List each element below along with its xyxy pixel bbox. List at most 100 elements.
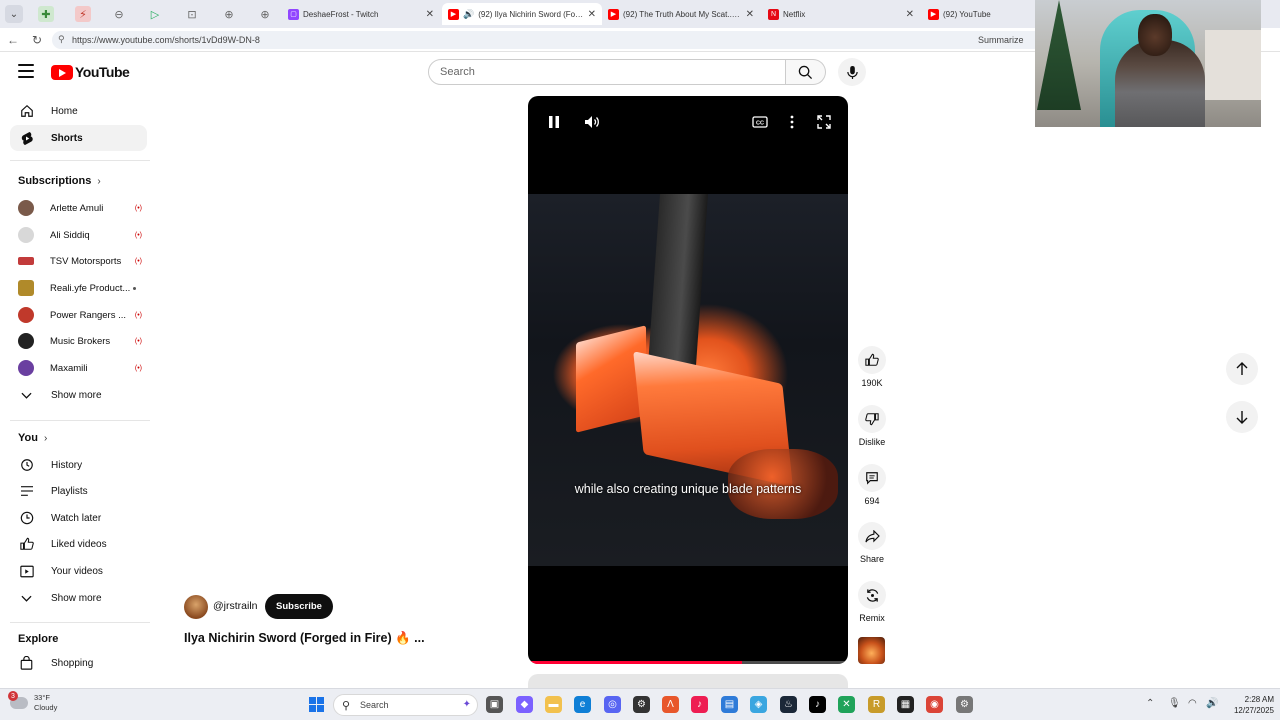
site-info-icon[interactable]: ⚲ (58, 34, 65, 45)
sidebar-item-home[interactable]: Home (10, 98, 147, 124)
shorts-player[interactable]: while also creating unique blade pattern… (528, 96, 848, 664)
remix-button[interactable] (858, 581, 886, 609)
channel-name[interactable]: @jrstrailn (213, 600, 258, 612)
app-icon[interactable]: ◈ (750, 696, 767, 713)
divider (10, 160, 150, 161)
clock[interactable]: 2:28 AM 12/27/2025 (1230, 694, 1274, 716)
sidebar-item-watch-later[interactable]: Watch later (10, 505, 147, 531)
file-explorer-icon[interactable]: ▬ (545, 696, 562, 713)
windows-start-icon[interactable] (309, 697, 324, 712)
app-icon[interactable]: ⚙ (633, 696, 650, 713)
reload-icon[interactable]: ↻ (29, 32, 45, 48)
sidebar-item-shorts[interactable]: Shorts (10, 125, 147, 151)
network-icon[interactable]: ◠ (1188, 698, 1197, 709)
next-short-button[interactable] (1226, 401, 1258, 433)
remix-action[interactable]: Remix (852, 581, 892, 623)
speaker-icon[interactable]: 🔊 (463, 9, 474, 20)
sidebar-item-liked-videos[interactable]: Liked videos (10, 531, 147, 557)
chrome-icon[interactable]: ◉ (926, 696, 943, 713)
voice-search-button[interactable] (838, 58, 866, 86)
notification-badge: 3 (8, 691, 18, 701)
youtube-logo[interactable]: YouTube (51, 64, 130, 80)
search-input[interactable]: Search (428, 59, 786, 85)
close-icon[interactable]: ✕ (746, 9, 754, 20)
app-icon[interactable]: ▤ (721, 696, 738, 713)
pinned-tab-3[interactable]: ⊖ (111, 6, 127, 22)
search-button[interactable] (786, 59, 826, 85)
like-action[interactable]: 190K (852, 346, 892, 388)
pinned-tab-5[interactable]: ⊡ (184, 6, 200, 22)
tab-twitch[interactable]: ▢ DeshaeFrost - Twitch ✕ (282, 3, 440, 25)
close-icon[interactable]: ✕ (588, 9, 596, 20)
pinned-tab-6[interactable]: ⊕ (221, 6, 237, 22)
pinned-tab-1[interactable]: ✚ (38, 6, 54, 22)
pinned-tab-7[interactable]: ⊕ (257, 6, 273, 22)
sidebar-item-playlists[interactable]: Playlists (10, 478, 147, 504)
pinned-tab-4[interactable]: ▷ (147, 6, 163, 22)
share-action[interactable]: Share (852, 522, 892, 564)
url-field[interactable]: ⚲ https://www.youtube.com/shorts/1vDd9W-… (52, 31, 1052, 49)
comments-button[interactable] (858, 464, 886, 492)
close-icon[interactable]: ✕ (426, 9, 434, 20)
dislike-action[interactable]: Dislike (852, 405, 892, 447)
subscription-item[interactable]: Arlette Amuli (•) (18, 198, 142, 218)
fullscreen-button[interactable] (815, 115, 833, 129)
video-frame[interactable] (528, 194, 848, 566)
sidebar-item-your-videos[interactable]: Your videos (10, 558, 147, 584)
sidebar-item-history[interactable]: History (10, 452, 147, 478)
menu-icon[interactable] (18, 64, 34, 78)
audio-track-thumbnail[interactable] (858, 637, 885, 664)
you-show-more[interactable]: Show more (10, 585, 147, 611)
sidebar-item-shopping[interactable]: Shopping (10, 650, 147, 676)
you-heading[interactable]: You › (18, 432, 47, 444)
tab-youtube-active[interactable]: ▶ 🔊 (92) Ilya Nichirin Sword (Forge ✕ (442, 3, 602, 25)
share-button[interactable] (858, 522, 886, 550)
back-icon[interactable]: ← (5, 32, 21, 48)
settings-icon[interactable]: ⚙ (956, 696, 973, 713)
game-icon[interactable]: ▦ (897, 696, 914, 713)
tab-youtube-2[interactable]: ▶ (92) The Truth About My Scat... - Yo ✕ (602, 3, 760, 25)
like-button[interactable] (858, 346, 886, 374)
volume-button[interactable] (583, 115, 601, 129)
rockstar-icon[interactable]: R (868, 696, 885, 713)
taskbar-search[interactable]: ⚲ Search ✦ (333, 694, 478, 716)
pinned-tab-2[interactable]: ⚡ (75, 6, 91, 22)
subscriptions-heading[interactable]: Subscriptions › (18, 175, 101, 187)
microphone-icon[interactable]: 🎙 (1168, 698, 1181, 709)
xbox-icon[interactable]: ✕ (838, 696, 855, 713)
subscription-item[interactable]: Power Rangers ... (•) (18, 305, 142, 325)
tiktok-icon[interactable]: ♪ (809, 696, 826, 713)
copilot-icon[interactable]: ◆ (516, 696, 533, 713)
tiktok-icon[interactable]: ♪ (691, 696, 708, 713)
subscriptions-show-more[interactable]: Show more (10, 382, 147, 408)
comments-action[interactable]: 694 (852, 464, 892, 506)
close-icon[interactable]: ✕ (906, 9, 914, 20)
tab-youtube-3[interactable]: ▶ (92) YouTube (922, 3, 1034, 25)
captions-button[interactable]: CC (751, 115, 769, 129)
subscription-item[interactable]: Maxamili (•) (18, 358, 142, 378)
task-view-icon[interactable]: ▣ (486, 696, 503, 713)
subscription-item[interactable]: Music Brokers (•) (18, 331, 142, 351)
steam-icon[interactable]: ♨ (780, 696, 797, 713)
app-icon[interactable]: Λ (662, 696, 679, 713)
chevron-up-icon[interactable]: ⌃ (1146, 698, 1154, 709)
summarize-button[interactable]: Summarize (978, 35, 1024, 45)
next-short-preview[interactable] (528, 674, 848, 688)
tab-netflix[interactable]: N Netflix ✕ (762, 3, 920, 25)
subscribe-button[interactable]: Subscribe (265, 594, 333, 619)
discord-icon[interactable]: ◎ (604, 696, 621, 713)
more-options-button[interactable] (783, 115, 801, 129)
previous-short-button[interactable] (1226, 353, 1258, 385)
progress-bar[interactable] (528, 661, 848, 664)
volume-icon[interactable]: 🔊 (1206, 698, 1218, 709)
subscription-item[interactable]: TSV Motorsports (•) (18, 251, 142, 271)
tab-search-button[interactable]: ⌄ (5, 5, 23, 23)
dislike-button[interactable] (858, 405, 886, 433)
subscription-item[interactable]: Ali Siddiq (•) (18, 225, 142, 245)
pause-button[interactable] (545, 115, 563, 129)
weather-widget[interactable]: 3 33°F Cloudy (8, 691, 57, 713)
video-title[interactable]: Ilya Nichirin Sword (Forged in Fire) 🔥 .… (184, 631, 425, 646)
channel-avatar[interactable] (184, 595, 208, 619)
edge-icon[interactable]: e (574, 696, 591, 713)
subscription-item[interactable]: Reali.yfe Product... (18, 278, 142, 298)
